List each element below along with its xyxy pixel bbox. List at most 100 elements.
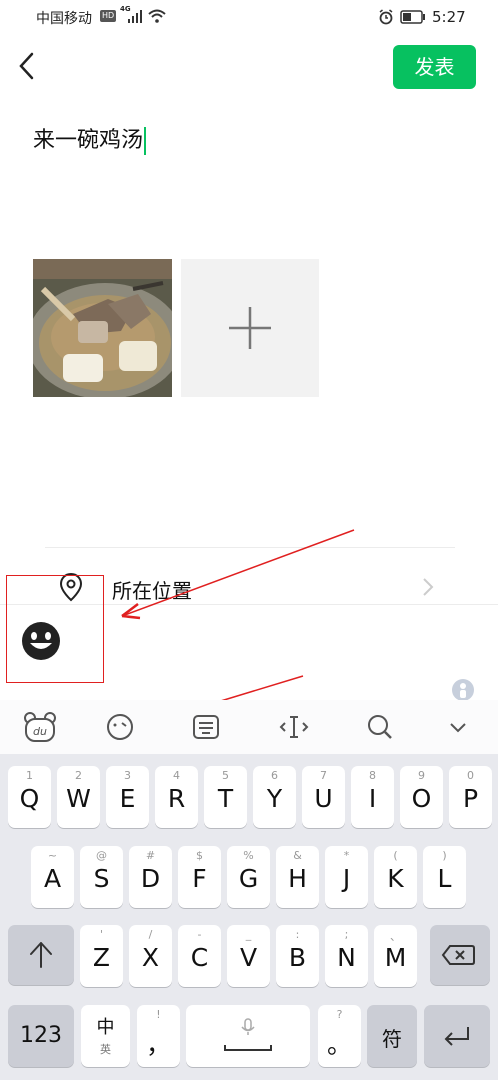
period-key-main: 。 bbox=[326, 1030, 352, 1059]
key-z[interactable]: ' Z bbox=[80, 925, 123, 987]
key-x[interactable]: / X bbox=[129, 925, 172, 987]
status-bar: 中国移动 HD 4G 5:27 bbox=[0, 0, 498, 34]
key-main-label: Y bbox=[266, 784, 283, 813]
key-a[interactable]: ~ A bbox=[31, 846, 74, 908]
plus-icon bbox=[229, 307, 271, 349]
key-r[interactable]: 4R bbox=[155, 766, 198, 828]
photo-thumbnail[interactable] bbox=[33, 259, 172, 397]
key-main-label: J bbox=[342, 864, 351, 893]
key-sub-label: ( bbox=[393, 849, 398, 862]
soup-photo bbox=[33, 259, 172, 397]
microphone-icon bbox=[241, 1018, 255, 1035]
key-i[interactable]: 8I bbox=[351, 766, 394, 828]
key-c[interactable]: -C bbox=[178, 925, 221, 987]
key-main-label: Q bbox=[19, 784, 40, 813]
key-h[interactable]: & H bbox=[276, 846, 319, 908]
key-q[interactable]: 1Q bbox=[8, 766, 51, 828]
key-sub-label: % bbox=[243, 849, 254, 862]
number-key-label: 123 bbox=[20, 1023, 62, 1048]
period-key-sub: ? bbox=[336, 1008, 343, 1021]
keyboard-switch-icon[interactable] bbox=[186, 707, 226, 747]
key-main-label: H bbox=[288, 864, 307, 893]
baidu-input-icon[interactable]: du bbox=[20, 707, 60, 747]
key-sub-label: 8 bbox=[369, 769, 376, 782]
key-sub-label: $ bbox=[196, 849, 203, 862]
key-j[interactable]: * J bbox=[325, 846, 368, 908]
key-d[interactable]: # D bbox=[129, 846, 172, 908]
backspace-key[interactable] bbox=[430, 925, 490, 985]
key-main-label: U bbox=[314, 784, 333, 813]
add-photo-button[interactable] bbox=[181, 259, 319, 397]
key-p[interactable]: 0P bbox=[449, 766, 492, 828]
shift-key[interactable] bbox=[8, 925, 74, 985]
signal-icon bbox=[128, 10, 142, 23]
post-text-input[interactable]: 来一碗鸡汤 bbox=[33, 122, 147, 155]
key-y[interactable]: 6Y bbox=[253, 766, 296, 828]
key-u[interactable]: 7U bbox=[302, 766, 345, 828]
key-main-label: I bbox=[368, 784, 377, 813]
key-sub-label: ) bbox=[442, 849, 447, 862]
symbol-key[interactable]: 符 bbox=[367, 1005, 417, 1067]
clock: 5:27 bbox=[432, 8, 466, 26]
key-f[interactable]: $ F bbox=[178, 846, 221, 908]
cursor-move-icon[interactable] bbox=[274, 707, 314, 747]
enter-icon bbox=[444, 1027, 469, 1046]
key-sub-label: 9 bbox=[418, 769, 425, 782]
search-icon[interactable] bbox=[360, 707, 400, 747]
key-sub-label: 1 bbox=[26, 769, 33, 782]
key-v[interactable]: _ V bbox=[227, 925, 270, 987]
battery-icon bbox=[400, 10, 425, 24]
comma-key[interactable]: ! ， bbox=[137, 1005, 180, 1067]
key-main-label: P bbox=[462, 784, 479, 813]
key-main-label: G bbox=[238, 864, 259, 893]
post-text: 来一碗鸡汤 bbox=[33, 128, 144, 153]
key-n[interactable]: ; N bbox=[325, 925, 368, 987]
key-w[interactable]: 2W bbox=[57, 766, 100, 828]
publish-button[interactable]: 发表 bbox=[393, 45, 476, 89]
chevron-down-icon[interactable] bbox=[438, 707, 478, 747]
wifi-icon bbox=[148, 9, 166, 23]
key-sub-label: ; bbox=[344, 928, 349, 941]
key-main-label: F bbox=[192, 864, 207, 893]
key-main-label: W bbox=[66, 784, 91, 813]
space-key[interactable] bbox=[186, 1005, 310, 1067]
period-key[interactable]: ? 。 bbox=[318, 1005, 361, 1067]
key-sub-label: 5 bbox=[222, 769, 229, 782]
key-main-label: Z bbox=[92, 943, 111, 972]
key-m[interactable]: 、 M bbox=[374, 925, 417, 987]
key-sub-label: _ bbox=[245, 928, 252, 941]
key-k[interactable]: (K bbox=[374, 846, 417, 908]
key-g[interactable]: % G bbox=[227, 846, 270, 908]
number-key[interactable]: 123 bbox=[8, 1005, 74, 1067]
emoji-face-icon[interactable] bbox=[100, 707, 140, 747]
keyboard: 1Q2W3E4R5T6Y7U8I9O0P ~ A @ S # D $ F% G & H * J(K) L … bbox=[0, 754, 498, 1080]
keyboard-toolbar: du bbox=[0, 700, 498, 754]
key-main-label: K bbox=[387, 864, 404, 893]
key-sub-label: ' bbox=[99, 928, 104, 941]
key-sub-label: 3 bbox=[124, 769, 131, 782]
key-t[interactable]: 5T bbox=[204, 766, 247, 828]
key-s[interactable]: @ S bbox=[80, 846, 123, 908]
text-cursor bbox=[144, 127, 147, 155]
key-o[interactable]: 9O bbox=[400, 766, 443, 828]
key-sub-label: 6 bbox=[271, 769, 278, 782]
key-l[interactable]: ) L bbox=[423, 846, 466, 908]
key-main-label: T bbox=[217, 784, 234, 813]
key-b[interactable]: :B bbox=[276, 925, 319, 987]
comma-key-main: ， bbox=[145, 1030, 171, 1059]
key-main-label: O bbox=[411, 784, 432, 813]
enter-key[interactable] bbox=[424, 1005, 490, 1067]
lang-key-main: 中 bbox=[96, 1017, 115, 1038]
shift-icon bbox=[30, 942, 52, 968]
key-main-label: X bbox=[141, 943, 160, 972]
key-main-label: S bbox=[93, 864, 110, 893]
key-main-label: B bbox=[288, 943, 307, 972]
key-main-label: N bbox=[337, 943, 356, 972]
language-key[interactable]: 中 英 bbox=[81, 1005, 130, 1067]
back-icon[interactable] bbox=[16, 50, 40, 82]
key-main-label: M bbox=[384, 943, 407, 972]
symbol-key-label: 符 bbox=[382, 1027, 402, 1051]
key-e[interactable]: 3E bbox=[106, 766, 149, 828]
key-sub-label: 2 bbox=[75, 769, 82, 782]
key-sub-label: ~ bbox=[47, 849, 58, 862]
